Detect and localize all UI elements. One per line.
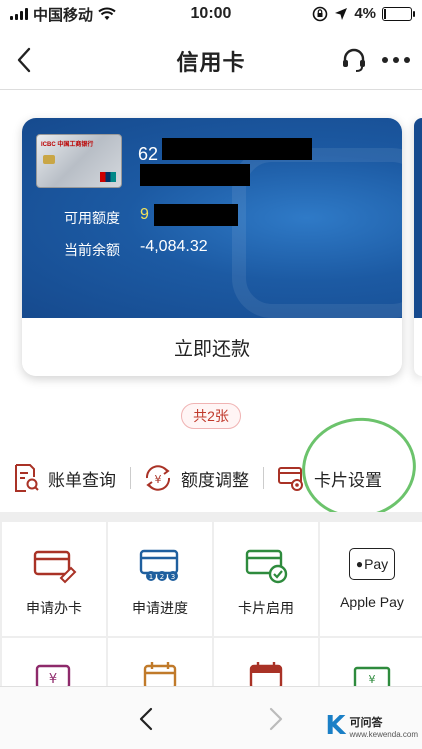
card-face: ICBC 中国工商银行 62 可用额度 9 当前余额 -4,084.32 (22, 118, 402, 318)
bill-query-label: 账单查询 (48, 470, 116, 490)
apple-pay-icon: ● Pay (349, 548, 395, 580)
svg-text:3: 3 (171, 573, 175, 581)
svg-text:1: 1 (149, 573, 153, 581)
limit-adjust-button[interactable]: ¥ 额度调整 (143, 458, 249, 498)
grid-item-row2-4[interactable]: ¥ (320, 638, 422, 686)
grid-item-row2-1[interactable]: ¥ (2, 638, 106, 686)
watermark-text: 可问答 www.kewenda.com (350, 714, 418, 739)
grid-item-row2-3[interactable] (214, 638, 318, 686)
apply-card-icon (33, 550, 77, 584)
rotation-lock-icon (313, 6, 328, 21)
card-carousel[interactable]: ICBC 中国工商银行 62 可用额度 9 当前余额 -4,084.32 立即还… (0, 100, 422, 400)
apply-progress-icon: 1 2 3 (139, 549, 179, 581)
divider (130, 467, 131, 489)
grid-item-row2-2[interactable] (108, 638, 212, 686)
calendar-red-icon (249, 662, 283, 686)
voucher-icon: ¥ (35, 664, 71, 686)
watermark-name: 可问答 (349, 716, 383, 729)
site-watermark: K 可问答 www.kewenda.com (325, 711, 418, 741)
credit-card[interactable]: ICBC 中国工商银行 62 可用额度 9 当前余额 -4,084.32 立即还… (22, 118, 402, 376)
repay-now-button[interactable]: 立即还款 (22, 318, 402, 376)
apply-card-label: 申请办卡 (26, 600, 82, 616)
limit-adjust-icon: ¥ (145, 465, 171, 491)
available-limit-value: 9 (140, 206, 149, 223)
svg-text:¥: ¥ (369, 673, 376, 686)
watermark-url: www.kewenda.com (349, 729, 418, 739)
watermark-logo: K (325, 711, 346, 741)
chevron-right-icon (269, 707, 283, 731)
apply-card-button[interactable]: 申请办卡 (2, 522, 106, 636)
chevron-left-icon (139, 707, 153, 731)
apple-pay-badge-text: Pay (364, 556, 389, 572)
limit-adjust-label: 额度调整 (181, 470, 249, 490)
headset-icon (343, 48, 365, 72)
apple-pay-label: Apple Pay (340, 594, 404, 610)
svg-text:¥: ¥ (155, 473, 162, 486)
bill-search-icon (15, 464, 39, 492)
divider (263, 467, 264, 489)
cash-icon: ¥ (353, 666, 391, 686)
card-count-badge: 共2张 (181, 403, 241, 429)
apply-progress-button[interactable]: 1 2 3 申请进度 (108, 522, 212, 636)
card-activate-button[interactable]: 卡片启用 (214, 522, 318, 636)
card-activate-label: 卡片启用 (238, 600, 294, 616)
unionpay-logo-icon (100, 172, 116, 182)
calendar-icon (143, 662, 177, 686)
card-name-redaction (140, 164, 250, 186)
svg-text:¥: ¥ (49, 672, 57, 686)
card-settings-icon (278, 467, 303, 491)
customer-service-button[interactable] (338, 44, 370, 76)
battery-percent: 4% (354, 5, 376, 22)
card-thumbnail: ICBC 中国工商银行 (36, 134, 122, 188)
nav-back-button[interactable] (128, 701, 164, 737)
back-button[interactable] (6, 42, 42, 78)
next-card-peek[interactable] (414, 118, 422, 376)
browser-bottom-bar: K 可问答 www.kewenda.com (0, 686, 422, 749)
nav-forward-button[interactable] (258, 701, 294, 737)
quick-actions-bar: 账单查询 ¥ 额度调整 卡片设置 (0, 448, 422, 508)
card-number: 62 (138, 144, 159, 164)
chevron-left-icon (17, 47, 31, 73)
card-number-redaction (162, 138, 312, 160)
card-settings-label: 卡片设置 (314, 470, 382, 490)
status-bar: 中国移动 10:00 4% (0, 0, 422, 28)
apple-logo-icon: ● (355, 557, 364, 571)
nav-header: 信用卡 (0, 32, 422, 90)
current-balance-label: 当前余额 (64, 242, 120, 258)
bill-query-button[interactable]: 账单查询 (12, 458, 116, 498)
more-dots-icon (382, 57, 410, 63)
services-grid: 申请办卡 1 2 3 申请进度 卡片启用 ● Pay Apple Pay ¥ ¥ (0, 512, 422, 686)
card-chip-icon (43, 155, 55, 164)
apply-progress-label: 申请进度 (132, 600, 188, 616)
current-balance-value: -4,084.32 (140, 238, 208, 255)
bank-logo: ICBC 中国工商银行 (41, 142, 94, 148)
status-right: 4% (312, 5, 415, 22)
card-activate-icon (245, 549, 288, 584)
card-decoration (232, 148, 402, 318)
location-icon (335, 7, 348, 20)
card-settings-button[interactable]: 卡片设置 (276, 458, 382, 498)
battery-icon (382, 6, 415, 21)
apple-pay-button[interactable]: ● Pay Apple Pay (320, 522, 422, 636)
available-limit-label: 可用额度 (64, 210, 120, 226)
more-options-button[interactable] (378, 44, 414, 76)
svg-text:2: 2 (160, 573, 164, 581)
available-limit-redaction (154, 204, 238, 226)
page-title: 信用卡 (176, 49, 246, 75)
